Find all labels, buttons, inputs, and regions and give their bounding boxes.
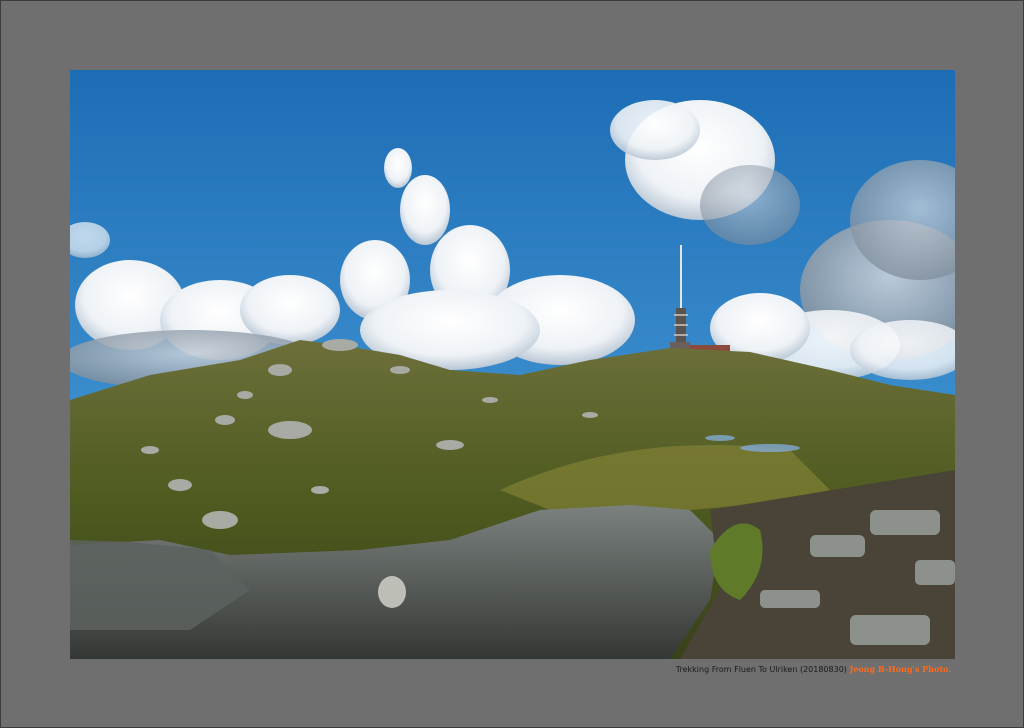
caption-title: Trekking From Fluen To Ulriken (20180830… xyxy=(675,665,847,674)
photo-credit: Jeong B-Hong's Photo. xyxy=(849,664,951,674)
lichen-patch xyxy=(378,576,406,608)
photo-frame: Trekking From Fluen To Ulriken (20180830… xyxy=(0,0,1024,728)
landscape-photo xyxy=(70,70,955,659)
photo-caption: Trekking From Fluen To Ulriken (20180830… xyxy=(676,663,951,676)
